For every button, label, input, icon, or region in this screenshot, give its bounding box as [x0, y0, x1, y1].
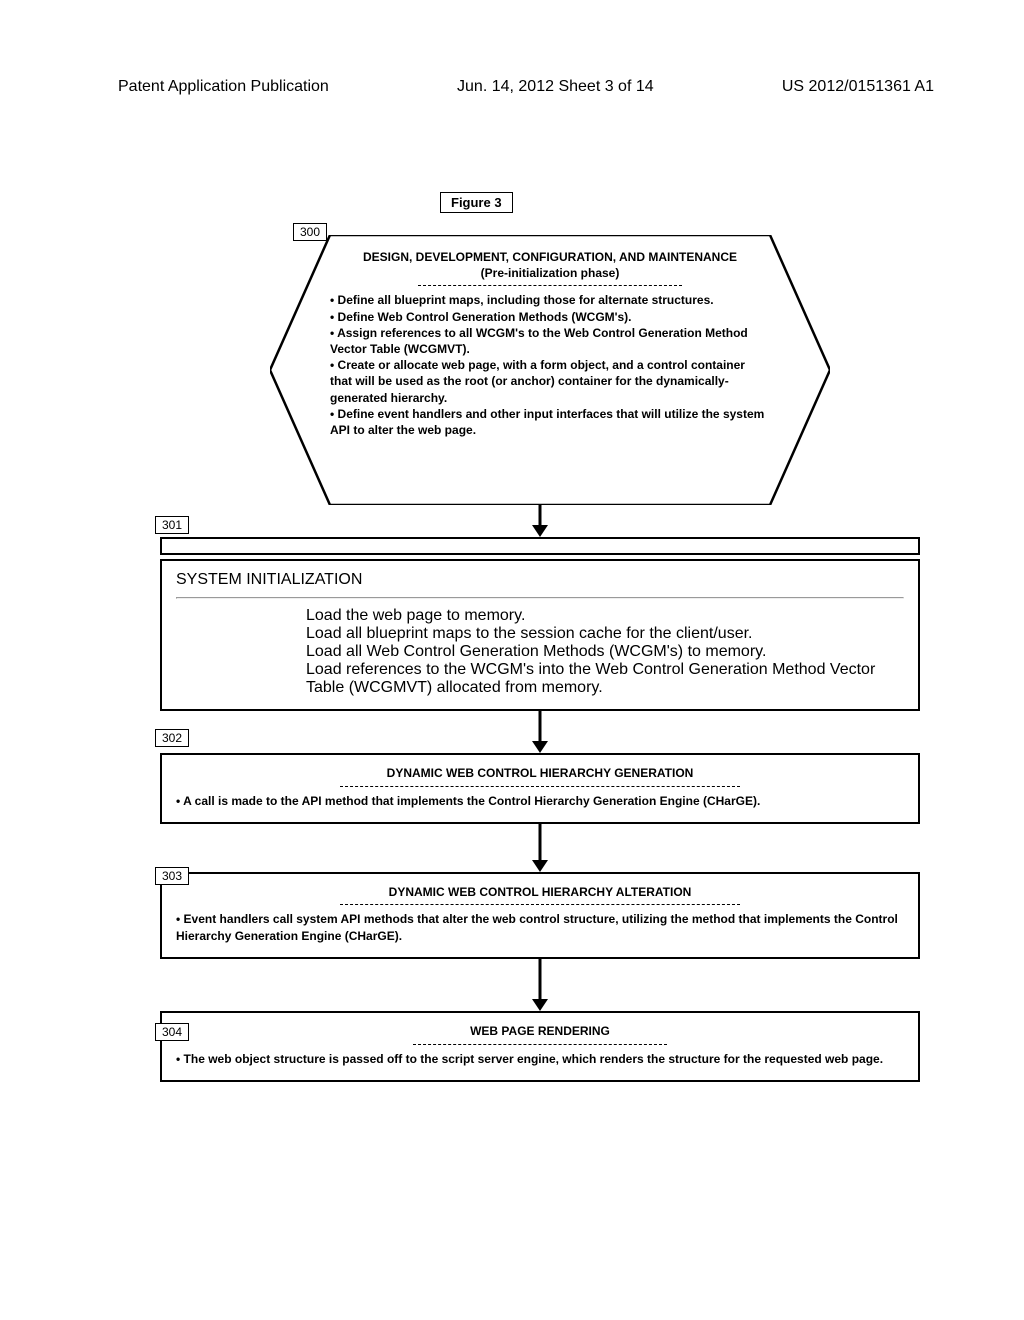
box-301-divider [176, 597, 904, 599]
box-301: SYSTEM INITIALIZATION Load the web page … [160, 537, 920, 711]
header-left: Patent Application Publication [118, 78, 329, 96]
box-301-title: SYSTEM INITIALIZATION [176, 571, 904, 589]
header-right: US 2012/0151361 A1 [782, 78, 934, 96]
box-303: DYNAMIC WEB CONTROL HIERARCHY ALTERATION… [160, 872, 920, 959]
ref-303: 303 [155, 867, 189, 885]
ref-304: 304 [155, 1023, 189, 1041]
box-302-title: DYNAMIC WEB CONTROL HIERARCHY GENERATION [176, 765, 904, 782]
box301-b2: Load all blueprint maps to the session c… [306, 625, 904, 643]
box-304: WEB PAGE RENDERING The web object struct… [160, 1011, 920, 1082]
hex-divider [418, 285, 682, 286]
hex-block-300: DESIGN, DEVELOPMENT, CONFIGURATION, AND … [270, 235, 830, 505]
box-301-main: SYSTEM INITIALIZATION Load the web page … [160, 559, 920, 711]
box-302-divider [340, 786, 740, 787]
figure-title: Figure 3 [440, 192, 513, 213]
page-header: Patent Application Publication Jun. 14, … [0, 78, 1024, 96]
hex-b4: Create or allocate web page, with a form… [330, 357, 770, 406]
box301-b3: Load all Web Control Generation Methods … [306, 643, 904, 661]
arrow-4 [160, 959, 920, 1011]
ref-300: 300 [293, 223, 327, 241]
hex-content: DESIGN, DEVELOPMENT, CONFIGURATION, AND … [330, 249, 770, 438]
box-301-bullets: Load the web page to memory. Load all bl… [176, 607, 904, 697]
hex-bullets: Define all blueprint maps, including tho… [330, 292, 770, 438]
figure-content: Figure 3 300 301 302 303 304 DESIGN, DEV… [160, 195, 920, 1082]
arrow-3 [160, 824, 920, 872]
box-301-cap [160, 537, 920, 555]
hex-b2: Define Web Control Generation Methods (W… [330, 309, 770, 325]
box301-b1: Load the web page to memory. [306, 607, 904, 625]
box-303-bullets: Event handlers call system API methods t… [176, 911, 904, 945]
ref-302: 302 [155, 729, 189, 747]
arrow-2 [160, 711, 920, 753]
box-304-bullets: The web object structure is passed off t… [176, 1051, 904, 1068]
box304-b1: The web object structure is passed off t… [176, 1051, 904, 1068]
arrow-1 [160, 505, 920, 537]
hex-b5: Define event handlers and other input in… [330, 406, 770, 438]
box-304-divider [413, 1044, 668, 1045]
box302-b1: A call is made to the API method that im… [176, 793, 904, 810]
ref-301: 301 [155, 516, 189, 534]
box303-b1: Event handlers call system API methods t… [176, 911, 904, 945]
box-302: DYNAMIC WEB CONTROL HIERARCHY GENERATION… [160, 753, 920, 824]
hex-b3: Assign references to all WCGM's to the W… [330, 325, 770, 357]
box301-b4: Load references to the WCGM's into the W… [306, 661, 904, 697]
hex-b1: Define all blueprint maps, including tho… [330, 292, 770, 308]
hex-title: DESIGN, DEVELOPMENT, CONFIGURATION, AND … [330, 249, 770, 265]
box-302-bullets: A call is made to the API method that im… [176, 793, 904, 810]
box-304-title: WEB PAGE RENDERING [176, 1023, 904, 1040]
box-303-divider [340, 904, 740, 905]
page: Patent Application Publication Jun. 14, … [0, 0, 1024, 1320]
header-mid: Jun. 14, 2012 Sheet 3 of 14 [457, 78, 654, 96]
hex-subtitle: (Pre-initialization phase) [330, 265, 770, 281]
box-303-title: DYNAMIC WEB CONTROL HIERARCHY ALTERATION [176, 884, 904, 901]
